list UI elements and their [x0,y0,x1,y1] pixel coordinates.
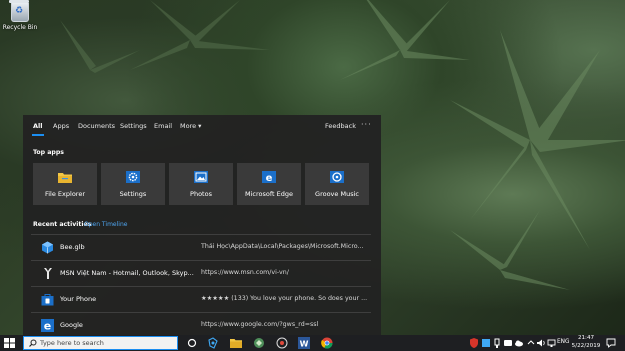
usb-icon[interactable] [492,337,502,349]
groove-music-icon [330,171,344,183]
taskbar: W ENG 21:47 5/22/2019 [0,335,625,351]
active-tab-indicator [32,134,44,136]
app-tile-settings[interactable]: Settings [101,163,165,205]
app-tile-label: Groove Music [315,190,359,198]
app-tile-label: Microsoft Edge [244,190,293,198]
app-taskbar-icon[interactable] [253,337,265,349]
recent-activity-row[interactable]: Bee.glb Thái Học\AppData\Local\Packages\… [31,234,371,260]
search-icon [29,339,37,347]
feedback-link[interactable]: Feedback [325,122,356,130]
app-tile-label: Photos [190,190,212,198]
tab-more[interactable]: More ▾ [180,122,201,130]
app-tile-label: File Explorer [44,190,85,198]
recent-activity-row[interactable]: MSN Việt Nam - Hotmail, Outlook, Skyp...… [31,260,371,286]
tab-apps[interactable]: Apps [53,122,69,130]
activity-title: MSN Việt Nam - Hotmail, Outlook, Skyp... [60,269,194,277]
folder-icon [58,173,72,183]
activity-title: Bee.glb [60,243,85,251]
language-indicator[interactable]: ENG [557,339,570,345]
tab-settings[interactable]: Settings [120,122,147,130]
app-tile-groove-music[interactable]: Groove Music [305,163,369,205]
recent-activity-row[interactable]: e Google https://www.google.com/?gws_rd=… [31,312,371,335]
3d-app-taskbar-icon[interactable] [276,337,288,349]
tab-all[interactable]: All [33,122,43,130]
network-icon[interactable] [547,337,557,349]
leaf-decoration [60,0,270,73]
recycle-bin[interactable]: Recycle Bin [2,0,38,31]
search-panel: All Apps Documents Settings Email More ▾… [23,115,381,335]
chat-icon[interactable] [503,337,513,349]
cortana-icon [44,268,52,279]
tab-documents[interactable]: Documents [78,122,115,130]
recent-activity-row[interactable]: Your Phone ★★★★★ (133) You love your pho… [31,286,371,312]
clock-date: 5/22/2019 [571,342,601,349]
clock-time: 21:47 [577,335,595,341]
activity-title: Google [60,321,83,329]
search-input[interactable] [40,338,170,348]
app-tile-file-explorer[interactable]: File Explorer [33,163,97,205]
activity-detail: https://www.msn.com/vi-vn/ [201,269,289,276]
top-apps-title: Top apps [33,149,64,156]
taskbar-search-box[interactable] [23,336,178,350]
recent-activities-title: Recent activities [33,221,92,228]
edge-icon: e [41,319,54,332]
store-icon [41,294,54,306]
open-timeline-link[interactable]: Open Timeline [84,221,127,228]
volume-icon[interactable] [536,337,546,349]
task-view-icon[interactable] [207,337,219,349]
chevron-up-icon[interactable] [526,337,536,349]
app-tile-label: Settings [119,190,147,198]
taskbar-clock[interactable]: 21:47 5/22/2019 [571,335,601,350]
app-tile-microsoft-edge[interactable]: e Microsoft Edge [237,163,301,205]
activity-detail: https://www.google.com/?gws_rd=ssl [201,321,319,328]
3d-cube-icon [42,241,53,254]
app-tray-icon[interactable] [481,337,491,349]
tab-email[interactable]: Email [154,122,172,130]
activity-detail: Thái Học\AppData\Local\Packages\Microsof… [201,243,364,250]
svg-text:e: e [44,320,51,333]
cloud-icon[interactable] [514,337,524,349]
notification-center-icon[interactable] [606,337,616,349]
chrome-icon[interactable] [321,337,333,349]
edge-icon: e [262,171,276,183]
search-tabs: All Apps Documents Settings Email More ▾… [23,115,381,137]
svg-text:W: W [300,340,309,349]
recycle-bin-icon [9,0,29,22]
word-icon[interactable]: W [298,337,310,349]
photos-icon [194,171,208,183]
file-explorer-taskbar-icon[interactable] [230,337,242,349]
windows-start-icon[interactable] [4,338,15,348]
more-options-button[interactable]: ··· [361,120,372,129]
cortana-circle-icon[interactable] [186,337,198,349]
gear-icon [126,171,140,183]
shield-icon[interactable] [469,337,479,349]
activity-detail: ★★★★★ (133) You love your phone. So does… [201,295,368,302]
svg-text:e: e [266,173,273,183]
recycle-bin-label: Recycle Bin [2,24,38,31]
app-tile-photos[interactable]: Photos [169,163,233,205]
activity-title: Your Phone [60,295,97,303]
